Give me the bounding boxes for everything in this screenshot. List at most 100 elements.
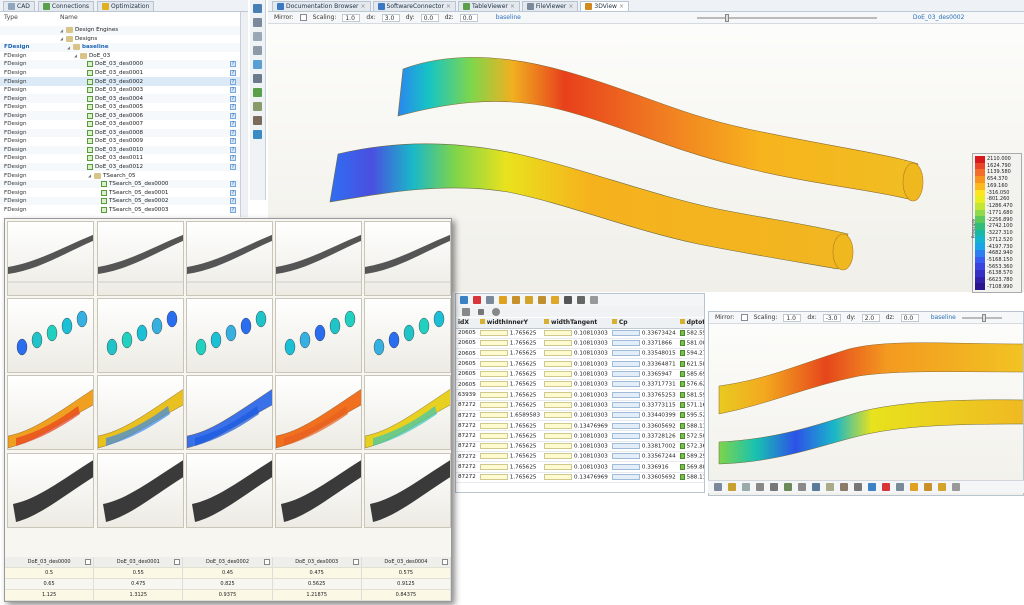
grid2-icon[interactable] [896, 483, 904, 491]
checkbox-icon[interactable] [87, 112, 93, 119]
point2-icon[interactable] [742, 483, 750, 491]
table-row[interactable]: 87272 1.765625 0.10810303 0.33728126 572.507… [456, 430, 704, 442]
table-row[interactable]: 87272 1.765625 0.10810303 0.336916 569.88672 [456, 461, 704, 473]
tree-row[interactable]: FDesign DoE_03_des0004? [0, 94, 247, 103]
pen-tool-icon[interactable] [253, 32, 262, 41]
checkbox-icon[interactable] [87, 70, 93, 76]
table-header[interactable]: widthTangent [542, 318, 610, 329]
table-row[interactable]: 20605 1.765625 0.10810303 0.33673424 582.553… [456, 328, 704, 339]
secondary-slider[interactable] [961, 313, 1002, 322]
table-row[interactable]: 20605 1.765625 0.10810303 0.3365947 585.6933… [456, 369, 704, 380]
table-header[interactable]: dptot [677, 318, 704, 329]
filter-icon[interactable] [525, 296, 533, 304]
tree-row[interactable]: FDesign DoE_03_des0008? [0, 128, 247, 138]
help-icon[interactable]: ? [230, 87, 236, 94]
gallery-column-header[interactable]: DoE_03_des0001 [94, 557, 184, 567]
table-close-icon[interactable] [478, 308, 484, 315]
help-icon[interactable]: ? [230, 70, 236, 76]
left-tab-1[interactable]: Connections [37, 0, 94, 11]
secondary-3d-view[interactable]: Mirror: Scaling: 1.0 dx: -3.0 dy: 2.0 dz… [708, 311, 1024, 496]
zoom2-icon[interactable] [952, 483, 960, 491]
table-row[interactable]: 20605 1.765625 0.10810303 0.33548015 594.277… [456, 348, 704, 360]
gallery-pressure-thumb[interactable] [7, 375, 94, 450]
tree-row[interactable]: FDesign TSearch_05_des0001? [0, 188, 247, 197]
checkbox-icon[interactable] [101, 181, 107, 188]
gallery-column-header[interactable]: DoE_03_des0002 [183, 557, 273, 567]
table-row[interactable]: 87272 1.765625 0.10810303 0.33817002 572.363… [456, 441, 704, 453]
camera-icon[interactable] [564, 296, 572, 304]
tree-row[interactable]: FDesign DoE_03_des0007? [0, 120, 247, 129]
tree-row[interactable]: FDesign ◢ baseline [0, 43, 247, 52]
zoom-icon[interactable] [590, 296, 598, 304]
dx-input[interactable]: 3.0 [381, 13, 400, 22]
tree-row[interactable]: FDesign TSearch_05_des0002? [0, 196, 247, 206]
gallery-profile-thumb[interactable] [7, 221, 94, 296]
tree-row[interactable]: FDesign DoE_03_des0006? [0, 111, 247, 121]
sort-icon[interactable] [512, 296, 520, 304]
column-menu-icon[interactable] [352, 559, 359, 565]
table-row[interactable]: 87272 1.6589583 0.10810303 0.33440399 595.52… [456, 410, 704, 422]
tree-row[interactable]: FDesign ◢ TSearch_05 [0, 171, 247, 180]
help-icon[interactable]: ? [230, 129, 236, 136]
cursor-tool-icon[interactable] [253, 60, 262, 69]
gallery-column-header[interactable]: DoE_03_des0004 [361, 557, 452, 567]
tree-row[interactable]: FDesign DoE_03_des0001? [0, 69, 247, 78]
dz-input[interactable]: 0.0 [459, 13, 478, 22]
gallery-duct-shape-thumb[interactable] [186, 453, 273, 528]
right-tab-4[interactable]: 3DView × [580, 0, 629, 11]
arrange2-icon[interactable] [910, 483, 918, 491]
close-icon[interactable]: × [568, 3, 573, 10]
table-row[interactable]: 20605 1.765625 0.10810303 0.33364871 621.588… [456, 358, 704, 370]
help-icon[interactable]: ? [230, 95, 236, 102]
mirror-checkbox[interactable] [299, 14, 307, 21]
settings-tool-icon[interactable] [253, 116, 262, 125]
tree-scrollbar[interactable] [240, 12, 248, 217]
scaling2-input[interactable]: 1.0 [783, 313, 802, 322]
gallery-inlet-thumb[interactable] [364, 298, 451, 373]
help-icon[interactable]: ? [230, 104, 236, 111]
clip-icon[interactable] [798, 483, 806, 491]
gallery-pressure-thumb[interactable] [186, 375, 273, 450]
tree-row[interactable]: ◢ Design Engines [0, 26, 247, 35]
checkbox-icon[interactable] [87, 95, 93, 102]
table-stop-icon[interactable] [492, 307, 500, 316]
checkbox-icon[interactable] [87, 61, 93, 68]
gallery-pressure-thumb[interactable] [275, 375, 362, 450]
tree-row[interactable]: FDesign DoE_03_des0010? [0, 145, 247, 155]
arrange-icon[interactable] [499, 296, 507, 304]
tree-row[interactable]: FDesign DoE_03_des0000? [0, 60, 247, 69]
tree-row[interactable]: FDesign DoE_03_des0011? [0, 154, 247, 163]
checkbox-icon[interactable] [87, 121, 93, 128]
tree-row[interactable]: FDesign TSearch_05_des0000? [0, 179, 247, 189]
gallery-profile-thumb[interactable] [275, 221, 362, 296]
scaling-input[interactable]: 1.0 [342, 13, 361, 22]
gallery-profile-thumb[interactable] [97, 221, 184, 296]
checkbox-icon[interactable] [87, 104, 93, 111]
shape-tool-icon[interactable] [253, 46, 262, 55]
close-icon[interactable]: × [446, 3, 451, 10]
dy-input[interactable]: 0.0 [420, 13, 439, 22]
table-row[interactable]: 20605 1.765625 0.10810303 0.3371866 581.0004… [456, 338, 704, 350]
checkbox-icon[interactable] [101, 206, 107, 213]
table-tool-icon[interactable] [253, 88, 262, 97]
gallery-duct-shape-thumb[interactable] [364, 453, 451, 528]
gallery-profile-thumb[interactable] [364, 221, 451, 296]
help-icon[interactable]: ? [230, 198, 236, 205]
point-tool-icon[interactable] [253, 18, 262, 27]
sort2-icon[interactable] [924, 483, 932, 491]
mirror2-checkbox[interactable] [740, 314, 748, 321]
table-grid-icon[interactable] [577, 296, 585, 304]
chart-tool-icon[interactable] [253, 102, 262, 111]
delete2-icon[interactable] [882, 483, 890, 491]
gallery-column-header[interactable]: DoE_03_des0000 [5, 557, 95, 567]
tree-row[interactable]: FDesign DoE_03_des0009? [0, 137, 247, 146]
help-icon[interactable]: ? [230, 189, 236, 196]
table-row[interactable]: 87272 1.765625 0.13476969 0.33605692 588.112… [456, 420, 704, 432]
info2-icon[interactable] [868, 483, 876, 491]
light-icon[interactable] [854, 483, 862, 491]
right-tab-2[interactable]: TableViewer × [457, 0, 520, 11]
checkbox-icon[interactable] [87, 164, 93, 171]
help-icon[interactable]: ? [230, 146, 236, 153]
help-icon[interactable]: ? [230, 61, 236, 68]
right-tab-3[interactable]: FileViewer × [521, 0, 579, 11]
